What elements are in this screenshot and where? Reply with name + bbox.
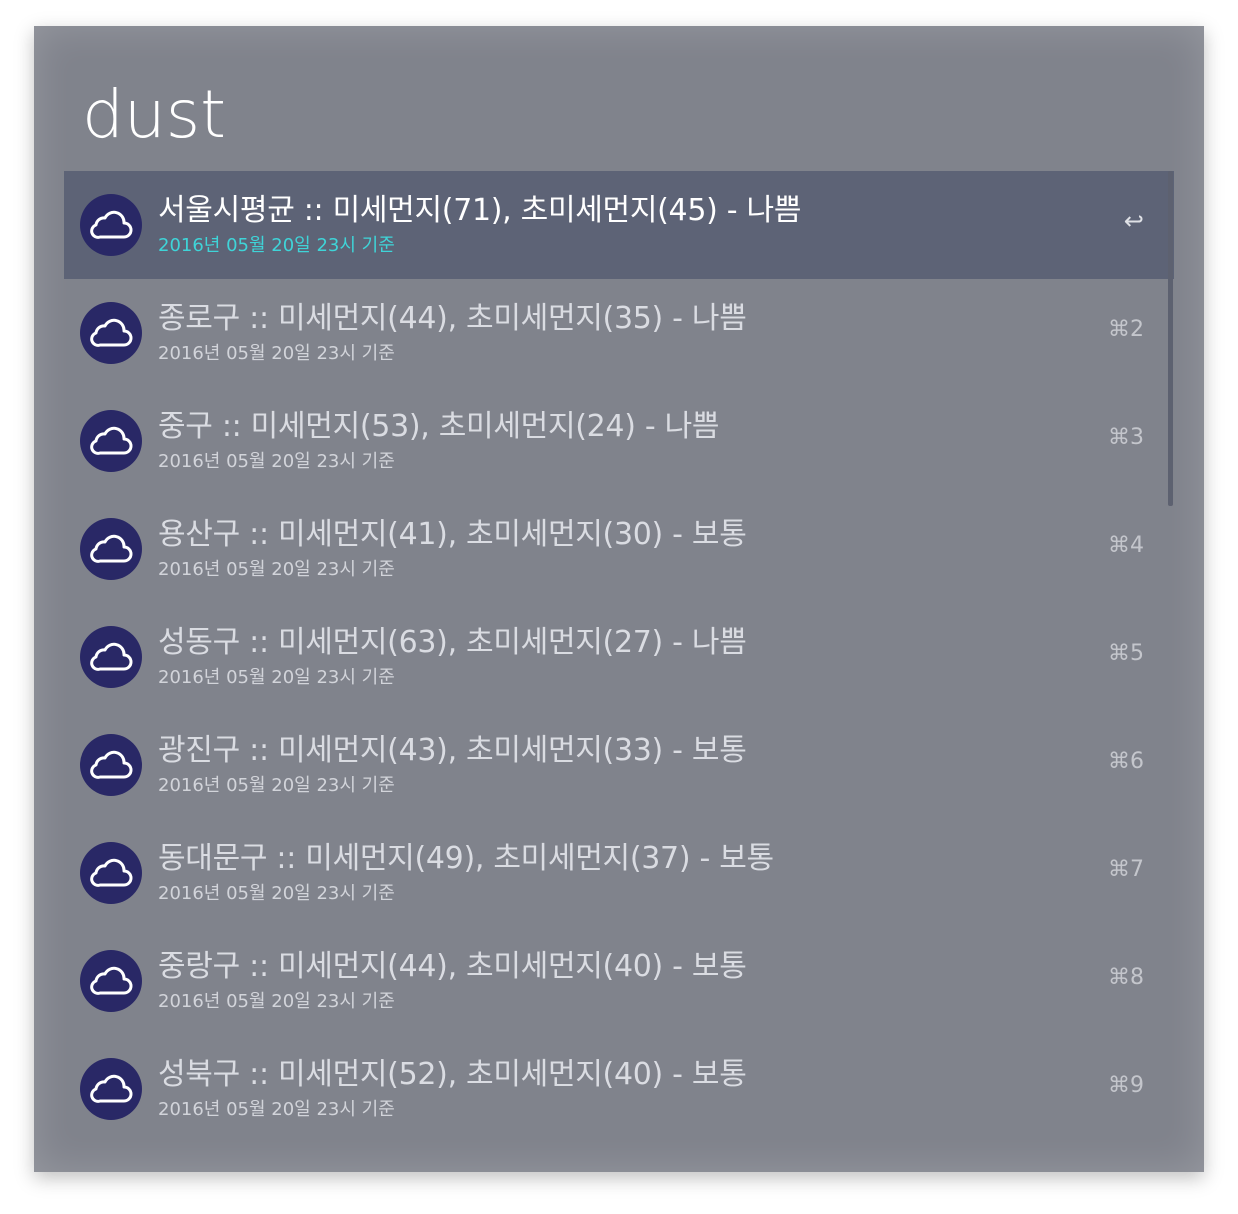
- shortcut-label: ⌘4: [1108, 533, 1144, 558]
- result-title: 중구 :: 미세먼지(53), 초미세먼지(24) - 나쁨: [158, 409, 720, 444]
- search-input[interactable]: [82, 70, 1162, 160]
- cloud-icon: [80, 410, 142, 472]
- result-title: 성동구 :: 미세먼지(63), 초미세먼지(27) - 나쁨: [158, 625, 747, 660]
- result-title: 서울시평균 :: 미세먼지(71), 초미세먼지(45) - 나쁨: [158, 193, 802, 228]
- shortcut-label: ⌘3: [1108, 425, 1144, 450]
- result-row-6[interactable]: 광진구 :: 미세먼지(43), 초미세먼지(33) - 보통 2016년 05…: [64, 711, 1174, 819]
- result-title: 동대문구 :: 미세먼지(49), 초미세먼지(37) - 보통: [158, 841, 774, 876]
- result-row-1[interactable]: 서울시평균 :: 미세먼지(71), 초미세먼지(45) - 나쁨 2016년 …: [64, 171, 1174, 279]
- result-title: 성북구 :: 미세먼지(52), 초미세먼지(40) - 보통: [158, 1057, 747, 1092]
- cloud-icon: [80, 842, 142, 904]
- result-row-4[interactable]: 용산구 :: 미세먼지(41), 초미세먼지(30) - 보통 2016년 05…: [64, 495, 1174, 603]
- cloud-icon: [80, 1058, 142, 1120]
- result-subtitle: 2016년 05월 20일 23시 기준: [158, 343, 395, 364]
- cloud-icon: [80, 626, 142, 688]
- cloud-icon: [80, 194, 142, 256]
- cloud-icon: [80, 734, 142, 796]
- cloud-icon: [80, 950, 142, 1012]
- shortcut-label: ⌘8: [1108, 965, 1144, 990]
- result-row-2[interactable]: 종로구 :: 미세먼지(44), 초미세먼지(35) - 나쁨 2016년 05…: [64, 279, 1174, 387]
- return-key-icon: ↩: [1123, 207, 1144, 235]
- result-row-9[interactable]: 성북구 :: 미세먼지(52), 초미세먼지(40) - 보통 2016년 05…: [64, 1035, 1174, 1143]
- result-title: 중랑구 :: 미세먼지(44), 초미세먼지(40) - 보통: [158, 949, 747, 984]
- result-subtitle: 2016년 05월 20일 23시 기준: [158, 667, 395, 688]
- result-subtitle: 2016년 05월 20일 23시 기준: [158, 559, 395, 580]
- result-row-5[interactable]: 성동구 :: 미세먼지(63), 초미세먼지(27) - 나쁨 2016년 05…: [64, 603, 1174, 711]
- shortcut-label: ⌘6: [1108, 749, 1144, 774]
- result-title: 광진구 :: 미세먼지(43), 초미세먼지(33) - 보통: [158, 733, 747, 768]
- shortcut-label: ⌘9: [1108, 1073, 1144, 1098]
- result-subtitle: 2016년 05월 20일 23시 기준: [158, 451, 395, 472]
- result-row-8[interactable]: 중랑구 :: 미세먼지(44), 초미세먼지(40) - 보통 2016년 05…: [64, 927, 1174, 1035]
- result-row-7[interactable]: 동대문구 :: 미세먼지(49), 초미세먼지(37) - 보통 2016년 0…: [64, 819, 1174, 927]
- launcher-window: 서울시평균 :: 미세먼지(71), 초미세먼지(45) - 나쁨 2016년 …: [34, 26, 1204, 1172]
- result-subtitle: 2016년 05월 20일 23시 기준: [158, 1099, 395, 1120]
- result-subtitle: 2016년 05월 20일 23시 기준: [158, 775, 395, 796]
- result-title: 종로구 :: 미세먼지(44), 초미세먼지(35) - 나쁨: [158, 301, 747, 336]
- cloud-icon: [80, 518, 142, 580]
- cloud-icon: [80, 302, 142, 364]
- results-scrollbar[interactable]: [1168, 171, 1173, 506]
- result-subtitle: 2016년 05월 20일 23시 기준: [158, 235, 395, 256]
- result-subtitle: 2016년 05월 20일 23시 기준: [158, 883, 395, 904]
- results-list: 서울시평균 :: 미세먼지(71), 초미세먼지(45) - 나쁨 2016년 …: [64, 171, 1174, 1171]
- shortcut-label: ⌘2: [1108, 317, 1144, 342]
- result-title: 용산구 :: 미세먼지(41), 초미세먼지(30) - 보통: [158, 517, 747, 552]
- result-row-3[interactable]: 중구 :: 미세먼지(53), 초미세먼지(24) - 나쁨 2016년 05월…: [64, 387, 1174, 495]
- shortcut-label: ⌘7: [1108, 857, 1144, 882]
- result-subtitle: 2016년 05월 20일 23시 기준: [158, 991, 395, 1012]
- shortcut-label: ⌘5: [1108, 641, 1144, 666]
